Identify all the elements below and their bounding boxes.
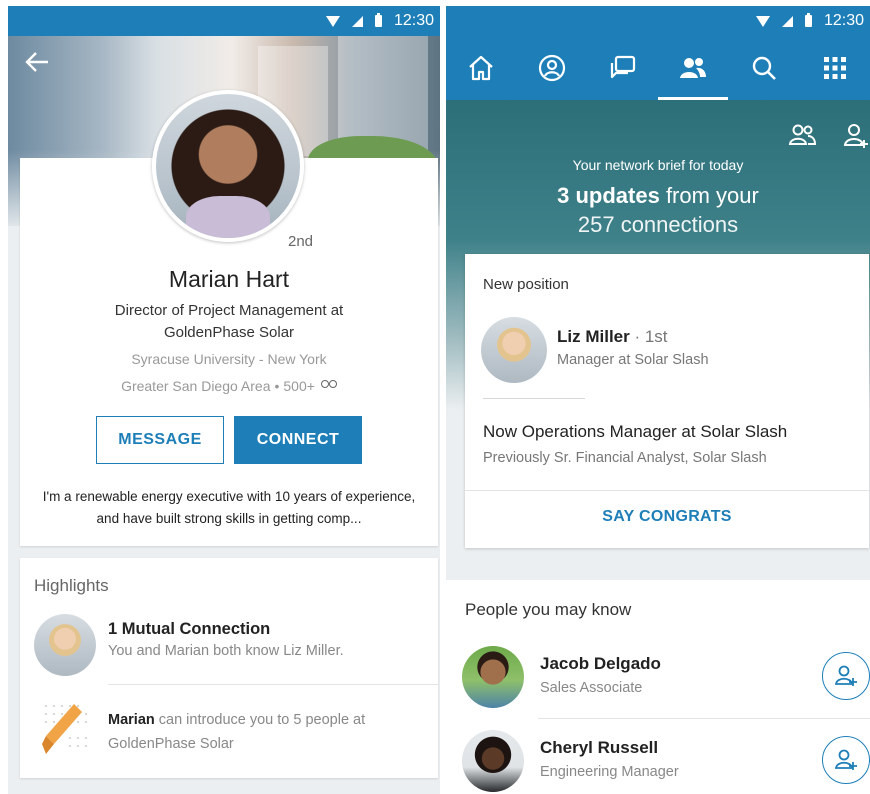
network-connections-count[interactable]: 257 connections — [446, 212, 870, 238]
connect-button[interactable]: CONNECT — [234, 416, 362, 464]
profile-screen: 12:30 Marian Hart Director of Project Ma… — [8, 6, 440, 794]
update-person-avatar[interactable] — [481, 317, 547, 383]
update-subtitle: Previously Sr. Financial Analyst, Solar … — [483, 450, 767, 466]
profile-summary[interactable]: I'm a renewable energy executive with 10… — [40, 486, 418, 530]
network-updates-summary[interactable]: 3 updates from your — [446, 183, 870, 209]
search-icon — [752, 56, 776, 80]
apps-grid-icon — [823, 57, 846, 79]
avatar[interactable] — [462, 646, 524, 708]
list-item[interactable]: Jacob Delgado Sales Associate — [446, 642, 870, 722]
add-connection-button[interactable] — [822, 652, 870, 700]
divider — [538, 718, 870, 719]
profile-name: Marian Hart — [168, 266, 290, 292]
person-name[interactable]: Jacob Delgado — [540, 654, 661, 674]
mutual-connection-title[interactable]: 1 Mutual Connection — [108, 620, 270, 639]
divider — [108, 684, 438, 685]
wifi-icon — [755, 15, 770, 27]
update-person-name-row[interactable]: Liz Miller · 1st — [557, 327, 668, 347]
profile-school: Syracuse University - New York — [131, 351, 327, 367]
signal-icon — [351, 15, 363, 27]
profile-connections-count: 500+ — [283, 378, 315, 394]
network-screen: 12:30 Your network brief for today 3 upd… — [446, 6, 870, 794]
avatar[interactable] — [462, 730, 524, 792]
status-bar: 12:30 — [446, 6, 870, 36]
hero-actions — [788, 122, 870, 148]
connection-degree: 2nd — [288, 233, 314, 250]
profile-location-row: Greater San Diego Area • 500+ — [20, 378, 438, 394]
introduction-text[interactable]: Marian can introduce you to 5 people at … — [108, 708, 398, 756]
status-time: 12:30 — [393, 12, 434, 29]
message-button[interactable]: MESSAGE — [96, 416, 224, 464]
highlights-title: Highlights — [34, 576, 109, 595]
mutual-connection-subtitle: You and Marian both know Liz Miller. — [108, 643, 344, 659]
network-brief-label: Your network brief for today — [572, 157, 744, 173]
connections-icon — [320, 380, 337, 392]
nav-profile[interactable] — [525, 41, 579, 95]
highlights-card: Highlights 1 Mutual Connection You and M… — [20, 558, 438, 778]
messages-icon — [610, 55, 635, 79]
ribbon-icon — [42, 704, 87, 754]
home-icon — [469, 55, 494, 81]
add-person-icon — [834, 665, 857, 686]
divider — [465, 490, 869, 491]
status-time: 12:30 — [823, 12, 864, 29]
add-connection-icon[interactable] — [842, 122, 870, 148]
people-you-may-know: People you may know Jacob Delgado Sales … — [446, 580, 870, 794]
nav-search[interactable] — [737, 41, 791, 95]
person-title: Engineering Manager — [540, 764, 679, 780]
status-bar: 12:30 — [8, 6, 440, 36]
list-item[interactable]: Cheryl Russell Engineering Manager — [446, 726, 870, 794]
divider — [483, 398, 585, 399]
top-nav — [446, 36, 870, 100]
profile-icon — [538, 54, 566, 82]
nav-messages[interactable] — [596, 41, 650, 95]
profile-headline: Director of Project Management at Golden… — [114, 302, 344, 341]
add-connection-button[interactable] — [822, 736, 870, 784]
update-headline: Now Operations Manager at Solar Slash — [483, 422, 788, 441]
update-type-label: New position — [483, 276, 569, 293]
say-congrats-button[interactable]: SAY CONGRATS — [465, 508, 869, 526]
profile-avatar[interactable] — [152, 90, 304, 242]
nav-home[interactable] — [454, 41, 508, 95]
update-person-title: Manager at Solar Slash — [557, 352, 709, 368]
mutual-connection-avatar[interactable] — [34, 614, 96, 676]
battery-icon — [804, 13, 812, 27]
manage-network-icon[interactable] — [788, 122, 816, 148]
wifi-icon — [325, 15, 340, 27]
profile-location: Greater San Diego Area — [121, 378, 271, 394]
pymk-title: People you may know — [465, 600, 632, 619]
nav-network[interactable] — [658, 41, 729, 100]
nav-apps[interactable] — [808, 41, 862, 95]
network-icon — [680, 58, 707, 78]
update-card: New position Liz Miller · 1st Manager at… — [465, 254, 869, 548]
battery-icon — [374, 13, 382, 27]
person-name[interactable]: Cheryl Russell — [540, 738, 658, 758]
person-title: Sales Associate — [540, 680, 643, 696]
signal-icon — [781, 15, 793, 27]
add-person-icon — [834, 749, 857, 770]
back-arrow-icon[interactable] — [24, 51, 50, 77]
